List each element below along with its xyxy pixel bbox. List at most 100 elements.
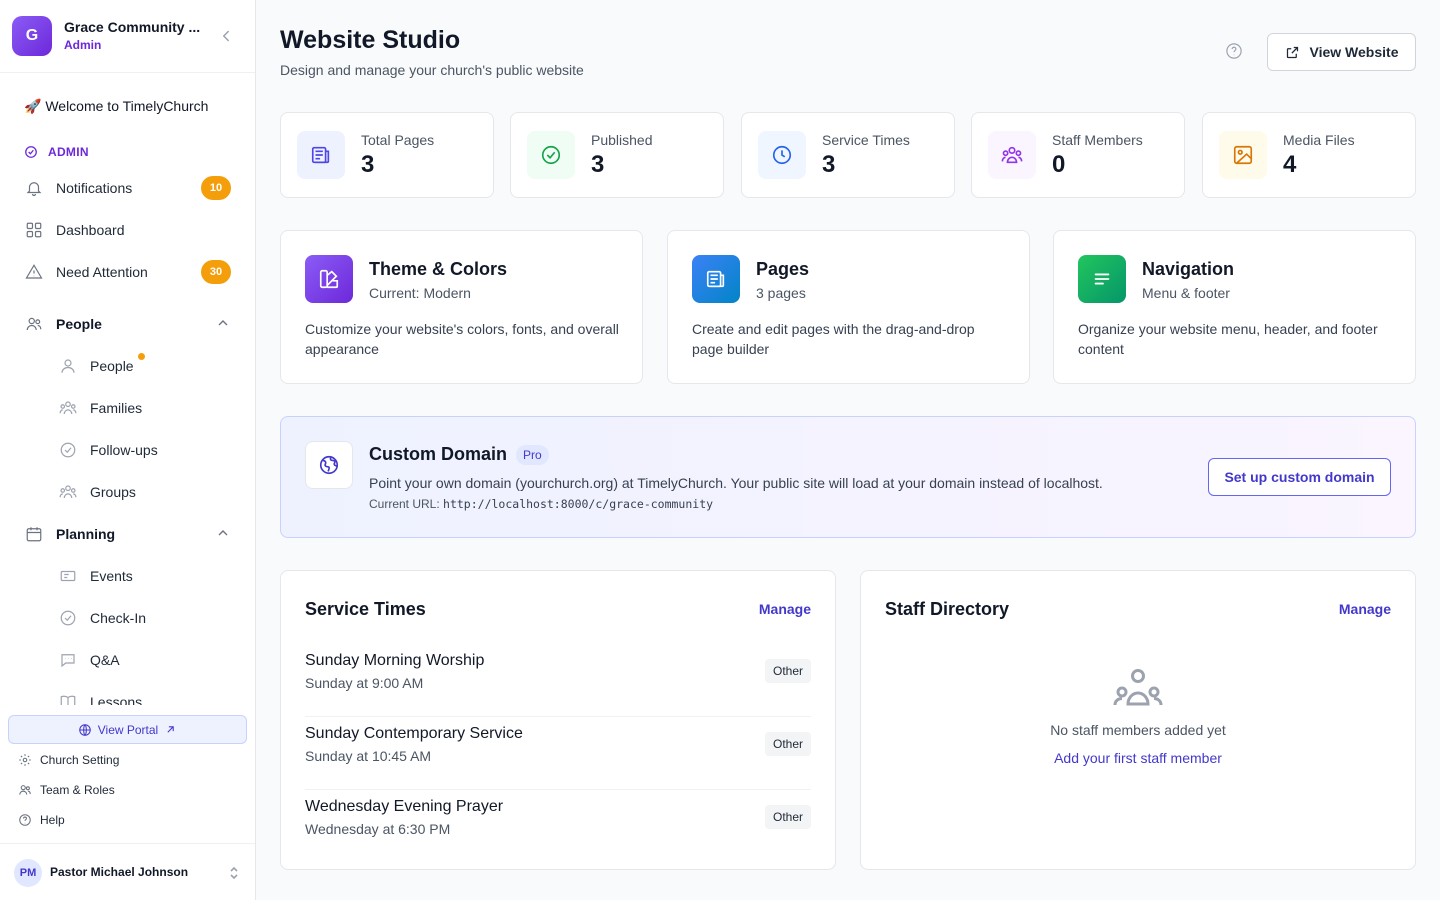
sidebar-item-people[interactable]: People — [58, 350, 231, 382]
feature-description: Create and edit pages with the drag-and-… — [692, 321, 975, 357]
pages-icon — [692, 255, 740, 303]
stat-label: Media Files — [1283, 132, 1355, 148]
manage-service-times-link[interactable]: Manage — [759, 601, 811, 617]
service-time: Sunday at 9:00 AM — [305, 675, 424, 691]
stat-card-published: Published 3 — [510, 112, 724, 198]
manage-staff-link[interactable]: Manage — [1339, 601, 1391, 617]
feature-subtitle: Menu & footer — [1142, 285, 1230, 301]
sidebar-item-groups[interactable]: Groups — [58, 476, 231, 508]
sidebar-item-families[interactable]: Families — [58, 392, 231, 424]
feature-subtitle: Current: Modern — [369, 285, 471, 301]
sidebar-nav: 🚀 Welcome to TimelyChurch ADMIN Notifica… — [0, 73, 255, 705]
nav-welcome[interactable]: 🚀 Welcome to TimelyChurch — [24, 98, 208, 115]
sidebar-item-label: Follow-ups — [90, 442, 158, 458]
sidebar-item-label: Groups — [90, 484, 136, 500]
sidebar-item-dashboard[interactable]: Dashboard — [24, 214, 231, 246]
user-menu[interactable]: PM Pastor Michael Johnson — [0, 843, 255, 900]
stat-value: 3 — [361, 151, 375, 178]
calendar-icon — [24, 524, 44, 544]
sidebar-item-need-attention[interactable]: Need Attention 30 — [24, 256, 231, 288]
sidebar-item-notifications[interactable]: Notifications 10 — [24, 172, 231, 204]
feature-description: Organize your website menu, header, and … — [1078, 321, 1378, 357]
people-new-indicator — [138, 353, 145, 360]
sidebar-item-label: Notifications — [56, 180, 133, 196]
sidebar-item-followups[interactable]: Follow-ups — [58, 434, 231, 466]
view-website-button[interactable]: View Website — [1267, 33, 1416, 71]
sidebar-item-label: Q&A — [90, 652, 120, 668]
service-row[interactable]: Sunday Contemporary Service Sunday at 10… — [305, 717, 811, 790]
sidebar-group-people[interactable]: People — [24, 308, 231, 340]
panel-title: Service Times — [305, 599, 426, 619]
view-portal-label: View Portal — [97, 722, 159, 737]
check-circle-icon — [527, 131, 575, 179]
grid-icon — [24, 220, 44, 240]
sidebar-group-planning[interactable]: Planning — [24, 518, 231, 550]
users-icon — [24, 314, 44, 334]
add-staff-member-link[interactable]: Add your first staff member — [861, 750, 1415, 766]
sidebar-item-checkin[interactable]: Check-In — [58, 602, 231, 634]
current-url-value: http://localhost:8000/c/grace-community — [443, 497, 714, 511]
service-row[interactable]: Sunday Morning Worship Sunday at 9:00 AM… — [305, 644, 811, 717]
church-setting-label: Church Setting — [40, 753, 120, 767]
section-admin: ADMIN — [24, 143, 89, 161]
sidebar-item-lessons[interactable]: Lessons — [58, 686, 231, 705]
check-circle-icon — [25, 146, 37, 158]
user-name: Pastor Michael Johnson — [50, 865, 189, 879]
stat-label: Staff Members — [1052, 132, 1143, 148]
users-icon — [988, 131, 1036, 179]
service-times-panel: Service Times Manage Sunday Morning Wors… — [280, 570, 836, 870]
help-icon[interactable] — [1225, 42, 1243, 60]
stat-label: Service Times — [822, 132, 910, 148]
service-row[interactable]: Wednesday Evening Prayer Wednesday at 6:… — [305, 790, 811, 863]
sidebar-group-label: Planning — [56, 526, 116, 542]
chevron-updown-icon — [230, 866, 238, 880]
bell-icon — [24, 178, 44, 198]
gear-icon — [19, 754, 31, 766]
org-logo: G — [12, 16, 52, 56]
ticket-icon — [58, 566, 78, 586]
collapse-sidebar-icon[interactable] — [217, 27, 235, 45]
book-icon — [58, 692, 78, 705]
view-portal-button[interactable]: View Portal — [8, 715, 247, 744]
stat-label: Published — [591, 132, 653, 148]
chat-icon — [58, 650, 78, 670]
sidebar-item-events[interactable]: Events — [58, 560, 231, 592]
custom-domain-card: Custom Domain Pro Point your own domain … — [280, 416, 1416, 538]
group-icon — [58, 482, 78, 502]
feature-card-theme[interactable]: Theme & Colors Current: Modern Customize… — [280, 230, 643, 384]
sidebar: G Grace Community ... Admin 🚀 Welcome to… — [0, 0, 256, 900]
sidebar-item-qa[interactable]: Q&A — [58, 644, 231, 676]
service-tag: Other — [764, 732, 811, 756]
feature-title: Navigation — [1142, 259, 1235, 279]
sidebar-item-label: Lessons — [90, 694, 143, 705]
service-time: Sunday at 10:45 AM — [305, 748, 432, 764]
org-switcher[interactable]: G Grace Community ... Admin — [0, 0, 255, 73]
stat-value: 3 — [591, 151, 605, 178]
org-role: Admin — [64, 38, 102, 52]
sidebar-footer: View Portal Church Setting Team & Roles … — [0, 705, 255, 900]
help-link[interactable]: Help — [18, 810, 65, 830]
menu-icon — [1078, 255, 1126, 303]
feature-title: Theme & Colors — [369, 259, 508, 279]
section-admin-label: ADMIN — [48, 145, 89, 159]
sidebar-item-label: Events — [90, 568, 133, 584]
team-roles-label: Team & Roles — [40, 783, 115, 797]
feature-card-pages[interactable]: Pages 3 pages Create and edit pages with… — [667, 230, 1030, 384]
stat-card-total-pages: Total Pages 3 — [280, 112, 494, 198]
check-circle-icon — [58, 608, 78, 628]
sidebar-item-label: Need Attention — [56, 264, 148, 280]
stat-card-service-times: Service Times 3 — [741, 112, 955, 198]
setup-custom-domain-button[interactable]: Set up custom domain — [1208, 458, 1391, 496]
current-url: Current URL: http://localhost:8000/c/gra… — [369, 497, 713, 511]
panel-title: Staff Directory — [885, 599, 1010, 619]
sidebar-group-label: People — [56, 316, 102, 332]
chevron-up-icon — [218, 530, 228, 536]
users-icon — [1113, 668, 1163, 708]
service-tag: Other — [764, 659, 811, 683]
team-roles-link[interactable]: Team & Roles — [18, 780, 115, 800]
image-icon — [1219, 131, 1267, 179]
feature-card-navigation[interactable]: Navigation Menu & footer Organize your w… — [1053, 230, 1416, 384]
custom-domain-description: Point your own domain (yourchurch.org) a… — [369, 475, 1103, 491]
church-setting-link[interactable]: Church Setting — [18, 750, 119, 770]
family-icon — [58, 398, 78, 418]
